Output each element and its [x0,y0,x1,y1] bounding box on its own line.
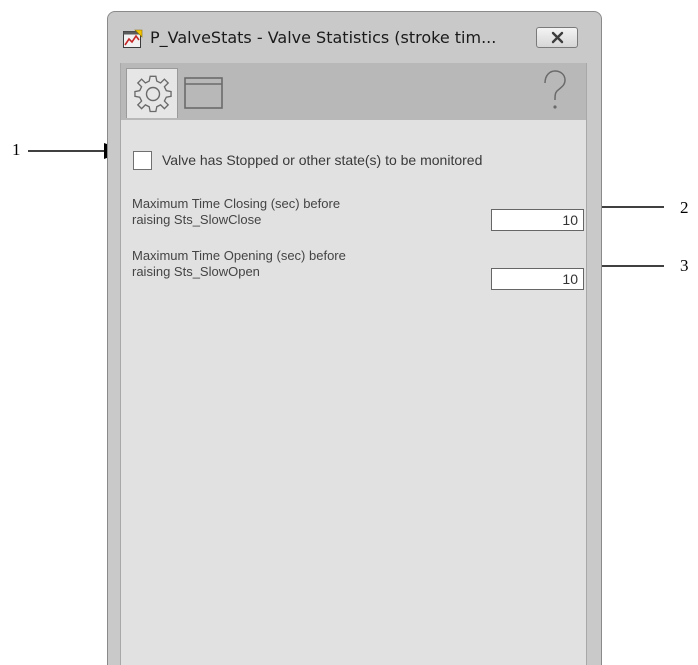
callout-number-1: 1 [12,140,21,159]
gear-icon [134,75,172,113]
max-time-closing-label-line1: Maximum Time Closing (sec) before [132,196,341,211]
max-time-opening-label-line2: raising Sts_SlowOpen [132,264,260,279]
window-icon [184,77,223,109]
close-icon [551,31,564,44]
callout-number-3: 3 [680,256,689,275]
title-bar[interactable]: P_ValveStats - Valve Statistics (stroke … [108,12,601,62]
max-time-closing-label: Maximum Time Closing (sec) before raisin… [132,196,432,228]
app-faceplate-icon [123,29,143,48]
tab-configuration[interactable] [126,68,178,118]
callout-number-2: 2 [680,198,689,217]
max-time-opening-label: Maximum Time Opening (sec) before raisin… [132,248,432,280]
help-question-icon[interactable] [538,68,572,116]
tab-display[interactable] [179,68,231,118]
max-time-closing-label-line2: raising Sts_SlowClose [132,212,262,227]
faceplate-toolbar [121,63,586,120]
max-time-closing-input[interactable]: 10 [491,209,584,231]
stopped-state-checkbox[interactable] [133,151,152,170]
close-button[interactable] [536,27,578,48]
stopped-state-label: Valve has Stopped or other state(s) to b… [162,152,483,168]
faceplate-content: Valve has Stopped or other state(s) to b… [120,63,587,665]
faceplate-window: P_ValveStats - Valve Statistics (stroke … [107,11,602,665]
max-time-opening-input[interactable]: 10 [491,268,584,290]
window-title: P_ValveStats - Valve Statistics (stroke … [150,28,497,47]
max-time-opening-label-line1: Maximum Time Opening (sec) before [132,248,346,263]
